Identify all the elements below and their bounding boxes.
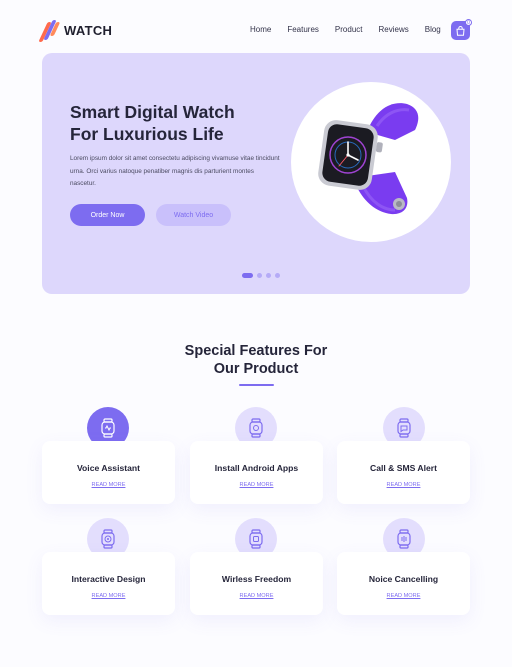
hero-title: Smart Digital Watch For Luxurious Life bbox=[70, 101, 270, 145]
read-more-link[interactable]: READ MORE bbox=[190, 482, 323, 488]
slider-dot-1[interactable] bbox=[242, 273, 253, 278]
site-header: WATCH Home Features Product Reviews Blog… bbox=[0, 0, 512, 60]
feature-card-interactive-design[interactable]: Interactive Design READ MORE bbox=[42, 552, 175, 615]
read-more-link[interactable]: READ MORE bbox=[337, 482, 470, 488]
feature-title: Voice Assistant bbox=[76, 463, 141, 473]
features-title-line1: Special Features For bbox=[184, 343, 328, 359]
feature-card-noise-cancelling[interactable]: Noice Cancelling READ MORE bbox=[337, 552, 470, 615]
nav-features[interactable]: Features bbox=[287, 25, 319, 34]
read-more-link[interactable]: READ MORE bbox=[42, 482, 175, 488]
order-now-button[interactable]: Order Now bbox=[70, 204, 145, 226]
read-more-link[interactable]: READ MORE bbox=[190, 593, 323, 599]
hero-title-line2: For Luxurious Life bbox=[70, 124, 224, 144]
slider-dot-4[interactable] bbox=[275, 273, 280, 278]
features-title-line2: Our Product bbox=[213, 361, 299, 377]
title-underline bbox=[239, 384, 274, 386]
feature-card-android-apps[interactable]: Install Android Apps READ MORE bbox=[190, 441, 323, 504]
feature-title: Interactive Design bbox=[71, 574, 146, 584]
hero-title-line1: Smart Digital Watch bbox=[70, 102, 235, 122]
logo[interactable]: WATCH bbox=[38, 20, 113, 42]
product-image-frame bbox=[291, 82, 451, 242]
features-title: Special Features For Our Product bbox=[0, 342, 512, 378]
watch-video-button[interactable]: Watch Video bbox=[156, 204, 231, 226]
page: WATCH Home Features Product Reviews Blog… bbox=[0, 0, 512, 667]
feature-card-call-sms[interactable]: Call & SMS Alert READ MORE bbox=[337, 441, 470, 504]
smartwatch-image bbox=[318, 103, 419, 215]
feature-title: Call & SMS Alert bbox=[369, 463, 437, 473]
slider-dot-3[interactable] bbox=[266, 273, 271, 278]
nav-home[interactable]: Home bbox=[250, 25, 271, 34]
slider-dot-2[interactable] bbox=[257, 273, 262, 278]
logo-icon bbox=[38, 20, 61, 42]
brand-name: WATCH bbox=[64, 22, 113, 38]
main-nav: Home Features Product Reviews Blog bbox=[250, 25, 457, 34]
hero-banner: Smart Digital Watch For Luxurious Life L… bbox=[42, 53, 470, 294]
feature-card-wireless-freedom[interactable]: Wirless Freedom READ MORE bbox=[190, 552, 323, 615]
feature-card-voice-assistant[interactable]: Voice Assistant READ MORE bbox=[42, 441, 175, 504]
nav-blog[interactable]: Blog bbox=[425, 25, 441, 34]
feature-title: Wirless Freedom bbox=[221, 574, 292, 584]
feature-title: Install Android Apps bbox=[214, 463, 299, 473]
cart-button[interactable]: 0 bbox=[451, 19, 472, 40]
cart-count-badge: 0 bbox=[465, 19, 472, 26]
feature-title: Noice Cancelling bbox=[368, 574, 439, 584]
nav-reviews[interactable]: Reviews bbox=[379, 25, 409, 34]
slider-pagination bbox=[242, 273, 284, 278]
nav-product[interactable]: Product bbox=[335, 25, 363, 34]
hero-description: Lorem ipsum dolor sit amet consectetu ad… bbox=[70, 155, 280, 187]
read-more-link[interactable]: READ MORE bbox=[42, 593, 175, 599]
shopping-bag-icon bbox=[456, 25, 465, 36]
read-more-link[interactable]: READ MORE bbox=[337, 593, 470, 599]
